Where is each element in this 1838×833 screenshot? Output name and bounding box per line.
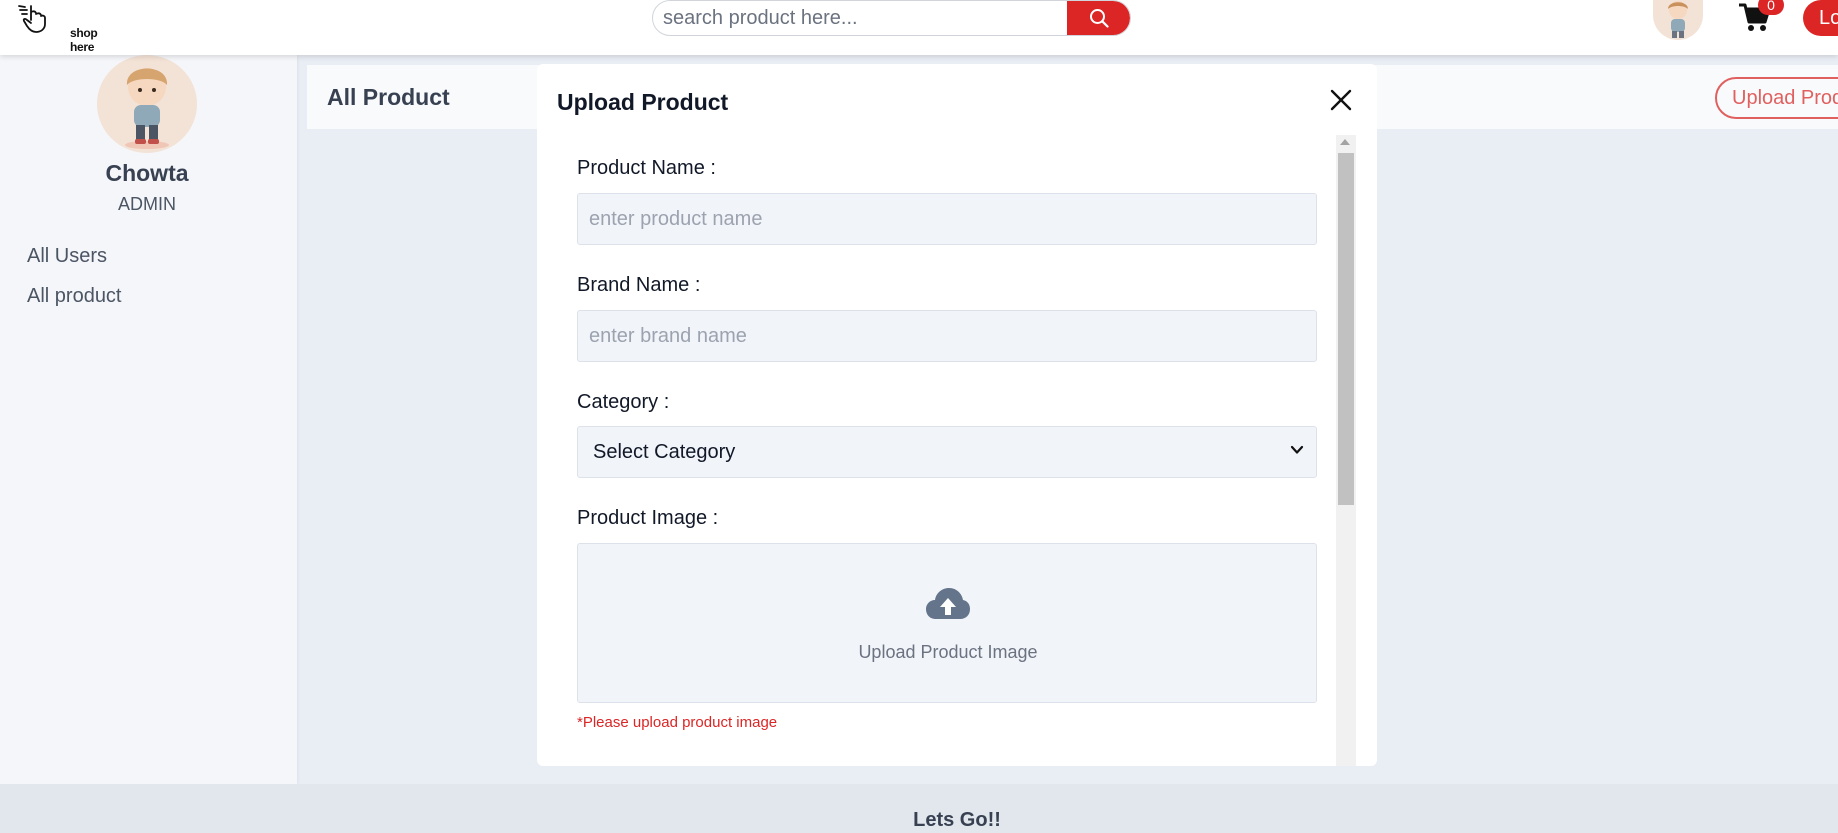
login-button[interactable]: Login [1803,0,1838,36]
scroll-thumb[interactable] [1338,153,1354,505]
search-input[interactable] [653,1,1069,35]
logo[interactable]: shop here [17,2,117,54]
category-label: Category : [577,391,670,413]
brand-name-label: Brand Name : [577,274,701,296]
pointer-hand-icon [18,5,46,33]
admin-sidebar: Chowta ADMIN All Users All product [0,55,297,784]
logo-text: shop here [70,26,98,54]
brand-name-input[interactable] [577,310,1317,362]
product-name-input[interactable] [577,193,1317,245]
close-icon [1330,89,1352,111]
sidebar-item-all-product[interactable]: All product [27,285,122,308]
header-avatar[interactable] [1653,0,1703,40]
profile-role: ADMIN [118,194,176,214]
upload-product-modal: Upload Product Product Name : Brand Name… [537,64,1377,766]
footer: Lets Go!! [0,784,1838,833]
user-avatar-icon [1668,1,1688,38]
top-header: shop here 0 Login [0,0,1838,55]
upload-product-button[interactable]: Upload Product [1715,77,1838,119]
cart-count-badge: 0 [1758,0,1784,15]
product-image-label: Product Image : [577,507,719,529]
profile-avatar [97,55,197,153]
page-title: All Product [327,84,450,110]
modal-scrollbar[interactable] [1336,135,1356,766]
search-bar [652,0,1131,36]
modal-title: Upload Product [557,89,729,115]
footer-text: Lets Go!! [913,809,1001,831]
search-button[interactable] [1067,1,1130,35]
sidebar-item-all-users[interactable]: All Users [27,245,107,268]
category-select[interactable]: Select Category [577,426,1317,478]
search-icon [1089,9,1109,28]
category-selected-value: Select Category [593,441,736,463]
chevron-down-icon [1290,445,1304,454]
cloud-upload-icon [926,588,970,619]
upload-error-message: *Please upload product image [577,714,778,731]
product-name-label: Product Name : [577,157,716,179]
profile-name: Chowta [105,160,189,186]
close-button[interactable] [1327,86,1355,114]
user-avatar-icon [125,68,169,149]
scroll-up-arrow-icon[interactable] [1340,139,1350,145]
product-image-upload-area[interactable]: Upload Product Image [577,543,1317,703]
upload-image-text: Upload Product Image [858,642,1038,662]
